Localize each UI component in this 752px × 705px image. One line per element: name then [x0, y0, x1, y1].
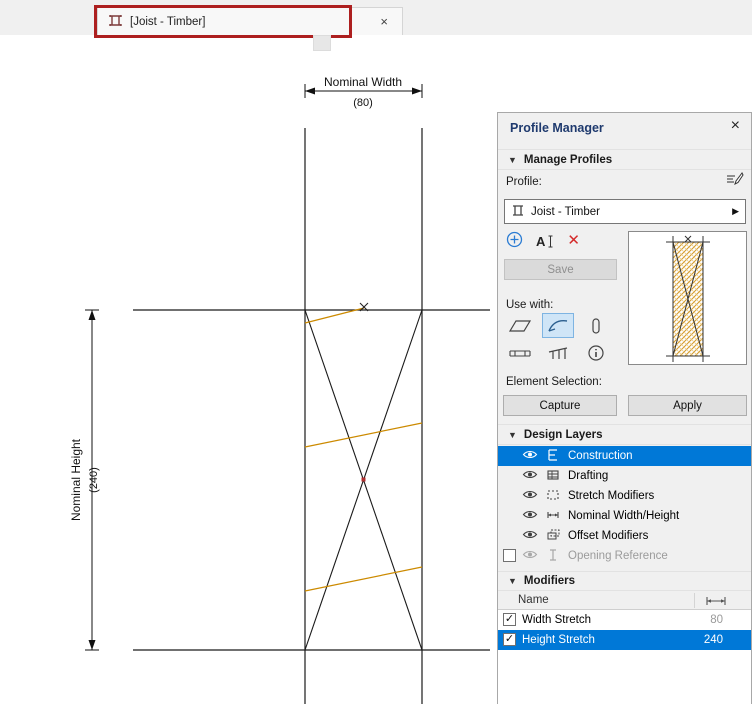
- name-column-header[interactable]: Name: [518, 594, 549, 606]
- layer-row-nominal-width-height[interactable]: Nominal Width/Height: [498, 506, 751, 526]
- layer-row-offset-modifiers[interactable]: Offset Modifiers: [498, 526, 751, 546]
- height-dim-label: Nominal Height: [69, 438, 83, 521]
- offset-modifiers-layer-icon: [546, 528, 560, 545]
- visibility-eye-icon[interactable]: [522, 509, 538, 523]
- use-with-railing-icon[interactable]: [542, 340, 574, 365]
- tab-bar: [Joist - Timber] ×: [0, 0, 752, 35]
- panel-close-icon[interactable]: ×: [728, 117, 743, 135]
- layer-name: Construction: [568, 450, 633, 462]
- apply-button-label: Apply: [673, 400, 702, 412]
- visibility-eye-icon[interactable]: [522, 549, 538, 563]
- column-divider: [694, 593, 695, 608]
- panel-title: Profile Manager: [510, 121, 604, 135]
- modifiers-section-header[interactable]: ▼ Modifiers: [498, 571, 751, 591]
- apply-button[interactable]: Apply: [628, 395, 747, 416]
- use-with-row-2: [504, 340, 612, 365]
- collapse-triangle-icon: ▼: [508, 430, 517, 440]
- profile-dropdown[interactable]: Joist - Timber ▶: [504, 199, 746, 224]
- stretch-value-column-icon: [705, 595, 727, 610]
- delete-profile-icon[interactable]: ✕: [567, 234, 580, 248]
- capture-button-label: Capture: [540, 400, 581, 412]
- profile-section-icon: [108, 14, 123, 30]
- layer-row-construction[interactable]: Construction: [498, 446, 751, 466]
- opening-reference-checkbox[interactable]: [503, 549, 516, 562]
- info-icon[interactable]: [580, 340, 612, 365]
- modifier-line-bottom[interactable]: [305, 567, 422, 591]
- width-dim-label: Nominal Width: [324, 75, 402, 89]
- profile-i-beam-icon: [511, 204, 525, 220]
- use-with-row-1: [504, 313, 612, 338]
- modifier-value[interactable]: 80: [679, 614, 723, 626]
- width-stretch-checkbox[interactable]: ✓: [503, 613, 516, 626]
- profile-manager-panel: Profile Manager × ▼ Manage Profiles Prof…: [497, 112, 752, 704]
- profile-label: Profile:: [506, 176, 542, 188]
- modifiers-table: Name ✓ Width Stretch 80 ✓ Height Stretch…: [498, 591, 751, 705]
- modifier-row-height-stretch[interactable]: ✓ Height Stretch 240: [498, 630, 751, 650]
- layer-row-stretch-modifiers[interactable]: Stretch Modifiers: [498, 486, 751, 506]
- visibility-eye-icon[interactable]: [522, 489, 538, 503]
- modifier-line-middle[interactable]: [305, 423, 422, 447]
- opening-reference-layer-icon: [546, 548, 560, 565]
- tab-label: [Joist - Timber]: [130, 16, 205, 28]
- use-with-shell-icon[interactable]: [542, 313, 574, 338]
- capture-button[interactable]: Capture: [503, 395, 617, 416]
- manage-profiles-section-header[interactable]: ▼ Manage Profiles: [498, 149, 751, 170]
- construction-layer-icon: [546, 448, 560, 465]
- layer-row-opening-reference[interactable]: Opening Reference: [498, 546, 751, 566]
- height-stretch-checkbox[interactable]: ✓: [503, 633, 516, 646]
- visibility-eye-icon[interactable]: [522, 529, 538, 543]
- layer-row-drafting[interactable]: Drafting: [498, 466, 751, 486]
- stretch-modifiers-layer-icon: [546, 488, 560, 505]
- collapse-triangle-icon: ▼: [508, 155, 517, 165]
- save-button[interactable]: Save: [504, 259, 617, 280]
- nominal-width-height-layer-icon: [546, 508, 560, 525]
- profile-toolbar: A ✕: [506, 231, 580, 251]
- layer-name: Opening Reference: [568, 550, 668, 562]
- save-button-label: Save: [547, 264, 573, 276]
- tab-close-icon[interactable]: ×: [376, 14, 392, 29]
- use-with-beam-icon[interactable]: [504, 340, 536, 365]
- use-with-wall-icon[interactable]: [504, 313, 536, 338]
- layer-name: Drafting: [568, 470, 608, 482]
- modifier-name: Height Stretch: [522, 634, 595, 646]
- center-hotspot-marker[interactable]: [362, 478, 366, 482]
- collapse-triangle-icon: ▼: [508, 576, 517, 586]
- use-with-label: Use with:: [506, 299, 553, 311]
- layer-name: Stretch Modifiers: [568, 490, 654, 502]
- layer-name: Offset Modifiers: [568, 530, 648, 542]
- section-label: Design Layers: [524, 429, 603, 441]
- height-dim-value: (240): [88, 467, 100, 493]
- layer-name: Nominal Width/Height: [568, 510, 679, 522]
- visibility-eye-icon[interactable]: [522, 469, 538, 483]
- use-with-column-icon[interactable]: [580, 313, 612, 338]
- rename-profile-icon[interactable]: A: [536, 234, 554, 249]
- new-profile-icon[interactable]: [506, 231, 523, 251]
- modifier-row-width-stretch[interactable]: ✓ Width Stretch 80: [498, 610, 751, 630]
- section-label: Modifiers: [524, 575, 575, 587]
- modifier-name: Width Stretch: [522, 614, 591, 626]
- modifier-value[interactable]: 240: [679, 634, 723, 646]
- profile-preview-thumbnail[interactable]: [628, 231, 747, 365]
- profile-options-icon[interactable]: [725, 170, 745, 191]
- drafting-layer-icon: [546, 468, 560, 485]
- design-layers-section-header[interactable]: ▼ Design Layers: [498, 424, 751, 445]
- modifiers-table-header[interactable]: Name: [498, 591, 751, 610]
- profile-dropdown-value: Joist - Timber: [531, 206, 600, 218]
- tab-joist-timber[interactable]: [Joist - Timber] ×: [97, 7, 403, 35]
- visibility-eye-icon[interactable]: [522, 449, 538, 463]
- section-label: Manage Profiles: [524, 154, 612, 166]
- element-selection-label: Element Selection:: [506, 376, 602, 388]
- dropdown-arrow-icon: ▶: [732, 206, 739, 217]
- width-dim-value: (80): [353, 97, 373, 109]
